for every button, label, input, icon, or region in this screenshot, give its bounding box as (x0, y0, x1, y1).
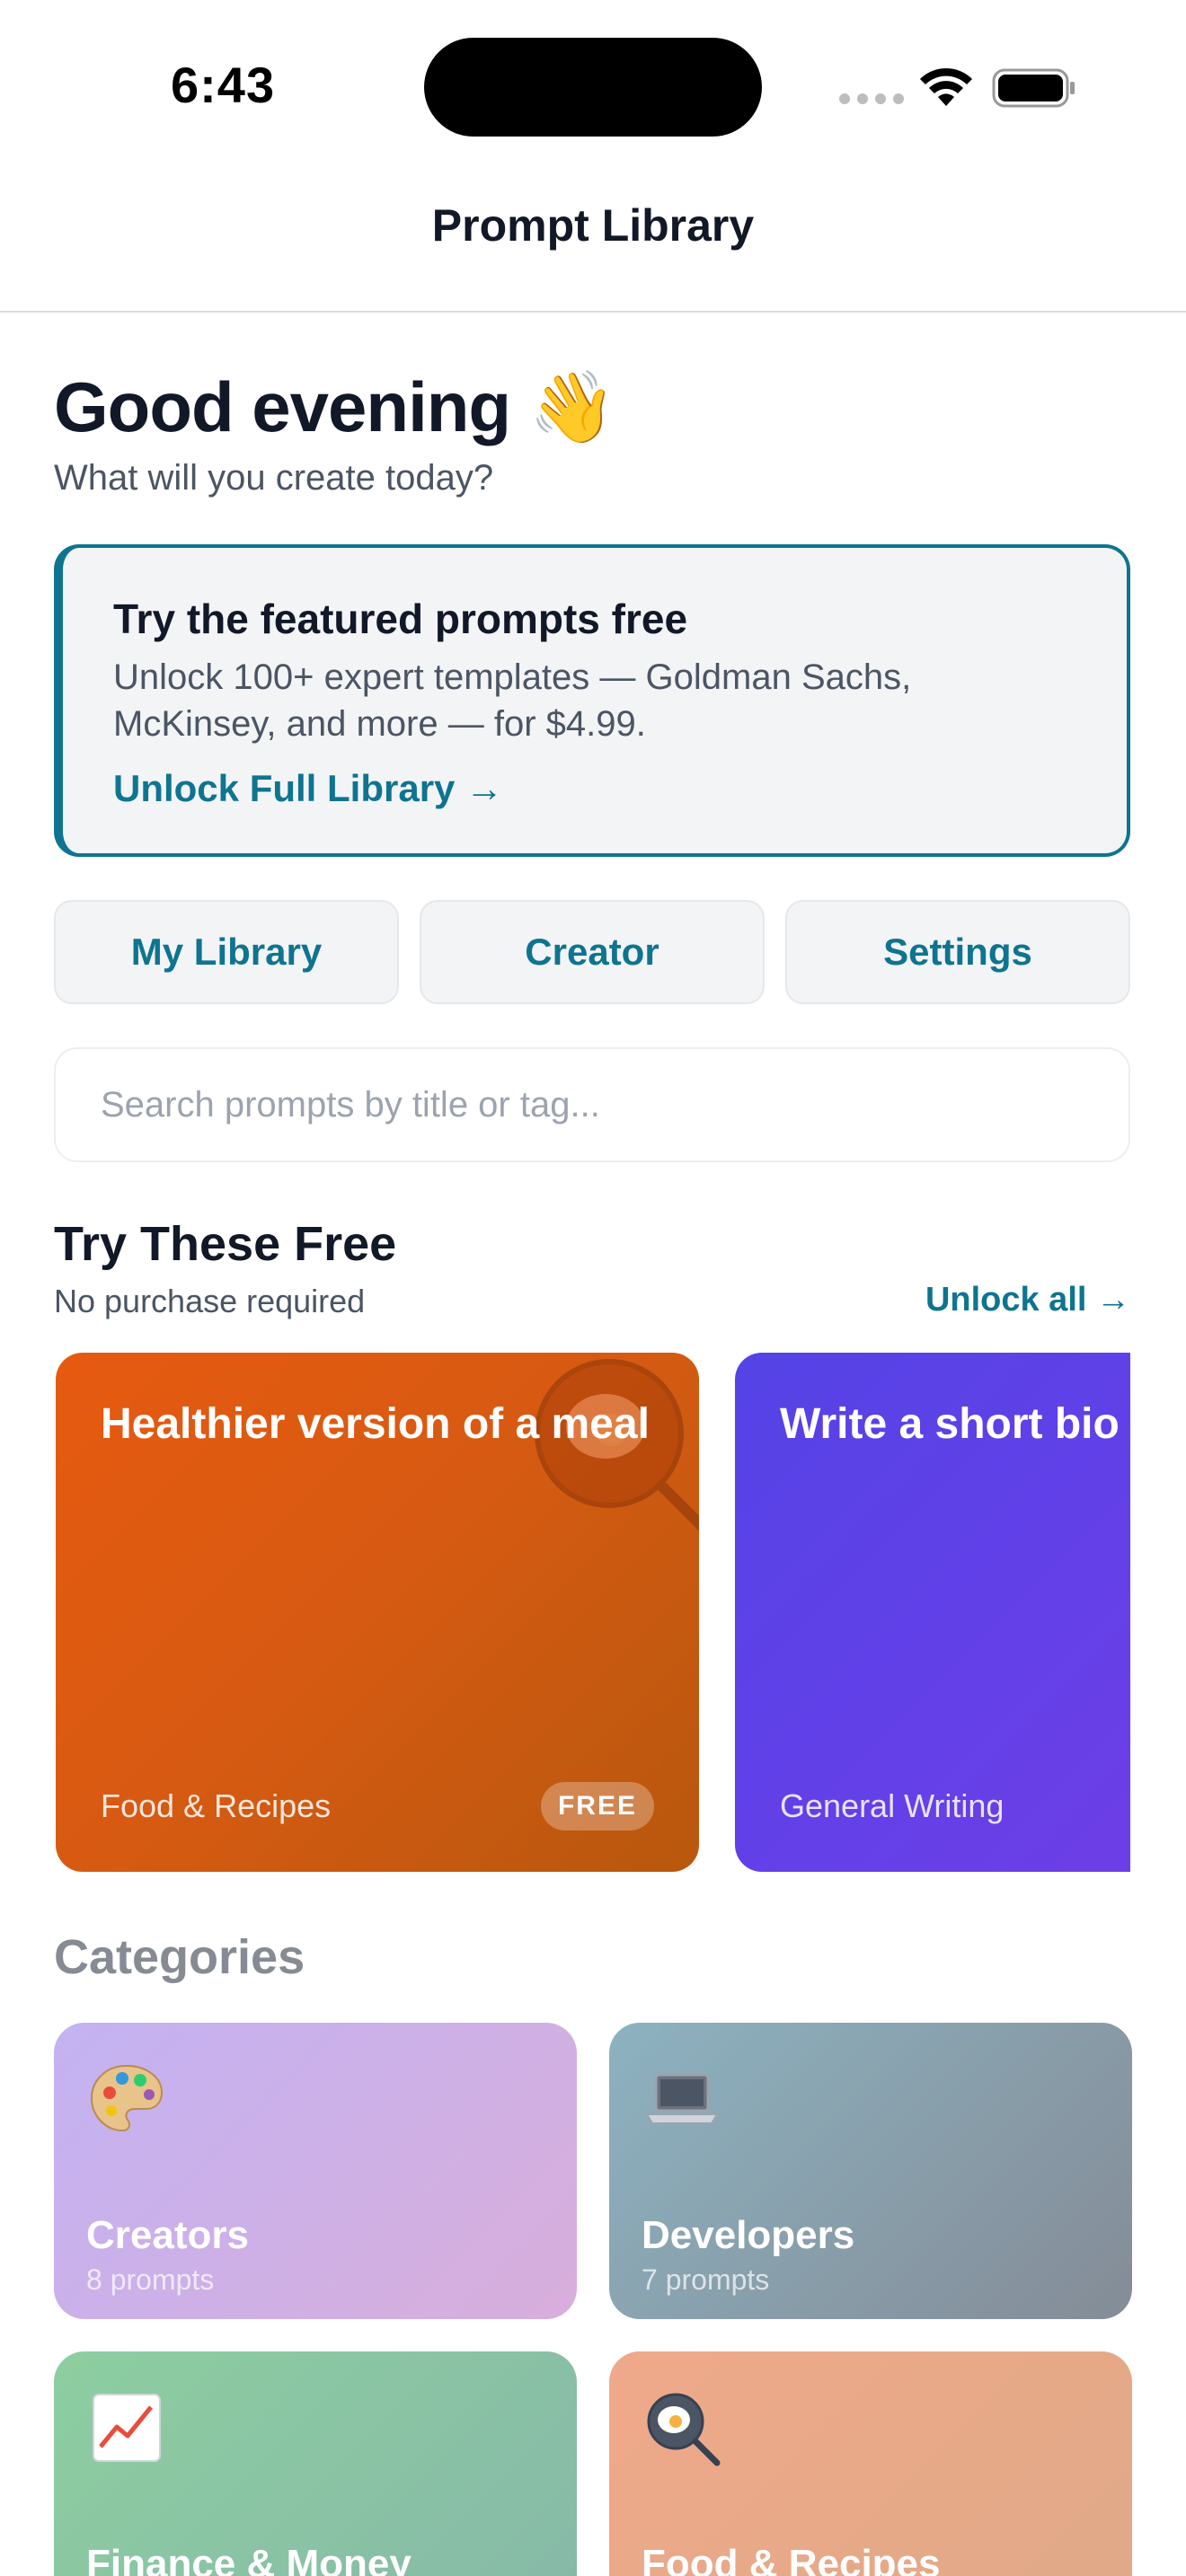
search-input[interactable] (54, 1047, 1130, 1162)
category-tile-food[interactable]: Food & Recipes (609, 2351, 1132, 2576)
cellular-signal-icon (839, 93, 904, 104)
promo-body: Unlock 100+ expert templates — Goldman S… (113, 657, 912, 744)
free-card-category: General Writing (780, 1787, 1005, 1824)
free-card-title: Healthier version of a meal (101, 1400, 650, 1448)
chart-up-icon (93, 2394, 161, 2462)
category-tile-creators[interactable]: Creators 8 prompts (54, 2023, 577, 2319)
status-bar: 6:43 (0, 0, 1186, 171)
battery-icon (992, 68, 1075, 108)
unlock-full-library-link[interactable]: Unlock Full Library → (113, 767, 503, 810)
nav-divider (0, 311, 1186, 313)
nav-title: Prompt Library (431, 200, 755, 251)
category-name: Finance & Money (86, 2542, 412, 2576)
dynamic-island (424, 38, 762, 137)
categories-heading: Categories (54, 1930, 305, 1984)
laptop-icon (645, 2073, 719, 2124)
free-prompt-card[interactable]: Write a short bio General Writing (735, 1353, 1130, 1872)
frying-pan-icon (535, 1359, 699, 1531)
frying-pan-icon (647, 2393, 721, 2466)
creator-button[interactable]: Creator (420, 900, 765, 1004)
category-name: Creators (86, 2213, 249, 2257)
free-section-title: Try These Free (54, 1217, 397, 1271)
free-card-category: Food & Recipes (101, 1787, 332, 1824)
promo-title: Try the featured prompts free (113, 595, 688, 642)
free-section-subtitle: No purchase required (54, 1283, 366, 1319)
category-name: Developers (642, 2213, 855, 2257)
greeting-subtitle: What will you create today? (54, 458, 494, 498)
unlock-all-link[interactable]: Unlock all → (925, 1281, 1130, 1319)
free-badge: FREE (541, 1782, 654, 1831)
app-screen: 6:43 Prompt Library Good evening 👋 What … (0, 0, 1186, 2576)
palette-icon (90, 2064, 164, 2132)
category-count: 7 prompts (642, 2263, 770, 2296)
promo-card[interactable]: Try the featured prompts free Unlock 100… (54, 544, 1130, 857)
category-tile-developers[interactable]: Developers 7 prompts (609, 2023, 1132, 2319)
status-time: 6:43 (171, 57, 276, 113)
settings-button[interactable]: Settings (785, 900, 1130, 1004)
category-count: 8 prompts (86, 2263, 215, 2296)
greeting-title: Good evening 👋 (54, 367, 616, 446)
free-prompt-card[interactable]: Healthier version of a meal Food & Recip… (56, 1353, 699, 1872)
category-tile-finance[interactable]: Finance & Money (54, 2351, 577, 2576)
free-card-title: Write a short bio (780, 1400, 1120, 1448)
wifi-icon (920, 67, 972, 106)
my-library-button[interactable]: My Library (54, 900, 399, 1004)
category-name: Food & Recipes (642, 2542, 941, 2576)
